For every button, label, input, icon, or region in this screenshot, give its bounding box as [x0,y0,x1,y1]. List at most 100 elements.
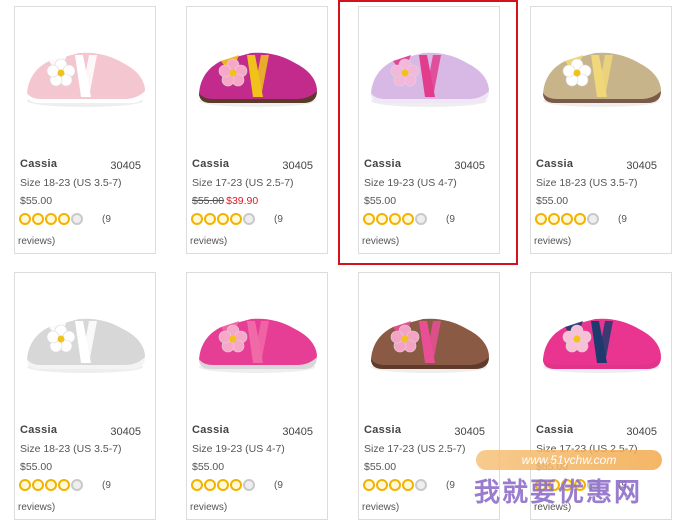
product-thumbnail[interactable] [535,15,667,125]
rating-stars [363,479,427,493]
product-name[interactable]: Cassia [364,158,401,170]
star-icon [389,479,401,491]
star-icon [574,213,586,225]
product-thumbnail[interactable] [363,281,495,391]
shoe-image[interactable] [535,15,667,125]
product-sku: 30405 [454,160,485,172]
product-name[interactable]: Cassia [192,158,229,170]
product-thumbnail[interactable] [535,281,667,391]
star-icon [243,479,255,491]
star-icon [19,479,31,491]
star-icon [217,479,229,491]
product-size: Size 18-23 (US 3.5-7) [536,177,638,189]
original-price: $55.00 [192,195,225,207]
product-thumbnail[interactable] [191,15,323,125]
product-thumbnail[interactable] [191,281,323,391]
product-size: Size 17-23 (US 2.5-7) [192,177,294,189]
star-icon [561,213,573,225]
product-name[interactable]: Cassia [192,424,229,436]
product-sku: 30405 [110,160,141,172]
review-count[interactable]: (9 [102,480,111,491]
product-card[interactable]: Cassia 30405 Size 18-23 (US 3.5-7) $55.00 (9… [530,6,672,254]
shoe-image[interactable] [363,15,495,125]
product-sku: 30405 [454,426,485,438]
product-sku: 30405 [110,426,141,438]
shoe-image[interactable] [535,281,667,391]
star-icon [363,213,375,225]
review-label[interactable]: reviews) [362,236,399,247]
shoe-image[interactable] [19,281,151,391]
star-icon [389,213,401,225]
product-price: $55.00 [20,461,53,473]
watermark-text: 我就要优惠网 [474,478,643,508]
product-sku: 30405 [626,426,657,438]
product-price: $55.00 [364,195,397,207]
review-label[interactable]: reviews) [18,236,55,247]
review-count[interactable]: (9 [446,480,455,491]
star-icon [204,479,216,491]
star-icon [376,213,388,225]
star-icon [415,479,427,491]
shoe-image[interactable] [363,281,495,391]
product-name[interactable]: Cassia [536,158,573,170]
product-card[interactable]: Cassia 30405 Size 19-23 (US 4-7) $55.00 (9 re… [358,6,500,254]
star-icon [376,479,388,491]
review-label[interactable]: reviews) [362,502,399,513]
star-icon [402,213,414,225]
review-count[interactable]: (9 [102,214,111,225]
product-name[interactable]: Cassia [20,424,57,436]
star-icon [45,213,57,225]
product-thumbnail[interactable] [19,281,151,391]
shoe-image[interactable] [191,15,323,125]
star-icon [19,213,31,225]
star-icon [217,213,229,225]
product-size: Size 18-23 (US 3.5-7) [20,177,122,189]
star-icon [230,213,242,225]
shoe-image[interactable] [191,281,323,391]
review-count[interactable]: (9 [274,214,283,225]
product-name[interactable]: Cassia [536,424,573,436]
product-sku: 30405 [626,160,657,172]
star-icon [32,479,44,491]
product-card[interactable]: Cassia 30405 Size 18-23 (US 3.5-7) $55.00 (9… [14,6,156,254]
star-icon [191,213,203,225]
review-label[interactable]: reviews) [190,502,227,513]
product-thumbnail[interactable] [363,15,495,125]
star-icon [191,479,203,491]
product-price: $55.00 [192,461,225,473]
product-card[interactable]: Cassia 30405 Size 18-23 (US 3.5-7) $55.00 (9… [14,272,156,520]
star-icon [45,479,57,491]
review-count[interactable]: (9 [618,214,627,225]
star-icon [402,479,414,491]
review-count[interactable]: (9 [274,480,283,491]
review-count[interactable]: (9 [446,214,455,225]
review-label[interactable]: reviews) [18,502,55,513]
product-card[interactable]: Cassia 30405 Size 19-23 (US 4-7) $55.00 (9 re… [186,272,328,520]
rating-stars [535,213,599,227]
product-size: Size 19-23 (US 4-7) [192,443,285,455]
rating-stars [363,213,427,227]
review-label[interactable]: reviews) [190,236,227,247]
star-icon [587,213,599,225]
star-icon [535,213,547,225]
product-thumbnail[interactable] [19,15,151,125]
star-icon [58,213,70,225]
review-label[interactable]: reviews) [534,236,571,247]
product-price: $55.00 [364,461,397,473]
product-name[interactable]: Cassia [20,158,57,170]
product-grid: Cassia 30405 Size 18-23 (US 3.5-7) $55.00 (9… [0,0,676,520]
product-size: Size 17-23 (US 2.5-7) [364,443,466,455]
star-icon [204,213,216,225]
product-name[interactable]: Cassia [364,424,401,436]
product-price: $55.00 [536,195,569,207]
star-icon [71,479,83,491]
product-size: Size 19-23 (US 4-7) [364,177,457,189]
product-size: Size 18-23 (US 3.5-7) [20,443,122,455]
star-icon [548,213,560,225]
shoe-image[interactable] [19,15,151,125]
product-sku: 30405 [282,426,313,438]
watermark-url: www.51ychw.com [476,450,662,470]
product-card[interactable]: Cassia 30405 Size 17-23 (US 2.5-7) $55.00 $3… [186,6,328,254]
product-price: $55.00 $39.90 [192,195,258,207]
star-icon [415,213,427,225]
